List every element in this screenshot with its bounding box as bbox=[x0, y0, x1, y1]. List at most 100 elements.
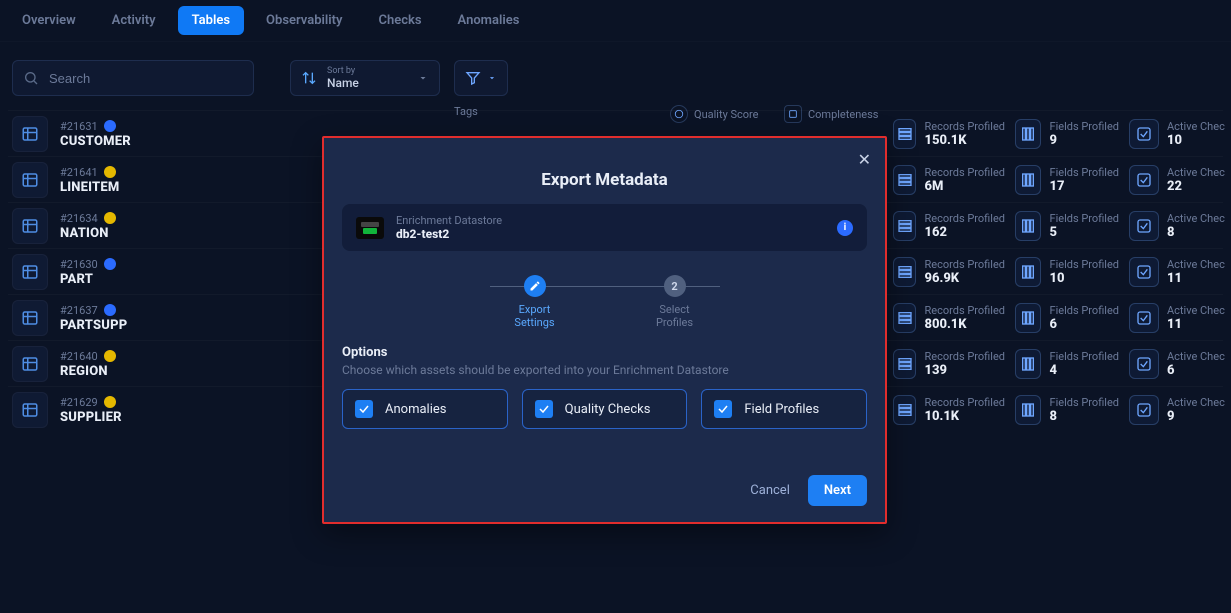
info-icon[interactable]: i bbox=[837, 220, 853, 236]
row-name: CUSTOMER bbox=[60, 134, 200, 149]
cancel-button[interactable]: Cancel bbox=[750, 483, 790, 498]
active-label: Active Chec bbox=[1167, 258, 1225, 272]
records-icon bbox=[893, 211, 916, 241]
datastore-card: Enrichment Datastore db2-test2 i bbox=[342, 204, 867, 251]
table-icon bbox=[12, 208, 48, 244]
records-value: 6M bbox=[924, 180, 1005, 194]
row-id: #21641 bbox=[60, 165, 98, 180]
option-field-profiles[interactable]: Field Profiles bbox=[701, 389, 867, 429]
status-dot bbox=[104, 212, 116, 224]
status-dot bbox=[104, 120, 116, 132]
tab-observability[interactable]: Observability bbox=[252, 6, 356, 35]
sort-button[interactable]: Sort by Name bbox=[290, 60, 440, 96]
records-icon bbox=[893, 119, 916, 149]
records-icon bbox=[893, 395, 916, 425]
active-label: Active Chec bbox=[1167, 396, 1225, 410]
row-name: NATION bbox=[60, 226, 200, 241]
active-icon bbox=[1129, 349, 1159, 379]
step-export-settings[interactable]: ExportSettings bbox=[465, 275, 605, 329]
checkbox-icon bbox=[535, 400, 553, 418]
records-icon bbox=[893, 303, 916, 333]
fields-icon bbox=[1015, 165, 1041, 195]
records-value: 10.1K bbox=[924, 410, 1005, 424]
option-quality-checks[interactable]: Quality Checks bbox=[522, 389, 688, 429]
chevron-down-icon bbox=[487, 73, 497, 83]
table-icon bbox=[12, 116, 48, 152]
row-id: #21637 bbox=[60, 303, 98, 318]
records-icon bbox=[893, 257, 916, 287]
table-icon bbox=[12, 254, 48, 290]
fields-value: 8 bbox=[1049, 410, 1119, 424]
export-modal: ✕ Export Metadata Enrichment Datastore d… bbox=[322, 136, 887, 524]
close-icon[interactable]: ✕ bbox=[858, 150, 871, 169]
search-input[interactable] bbox=[47, 70, 243, 87]
fields-icon bbox=[1015, 257, 1041, 287]
active-value: 6 bbox=[1167, 364, 1225, 378]
step-1-label: ExportSettings bbox=[514, 303, 554, 329]
table-icon bbox=[12, 346, 48, 382]
filter-button[interactable] bbox=[454, 60, 508, 96]
active-icon bbox=[1129, 119, 1159, 149]
checkbox-icon bbox=[714, 400, 732, 418]
records-label: Records Profiled bbox=[924, 258, 1005, 272]
table-icon bbox=[12, 300, 48, 336]
active-value: 11 bbox=[1167, 318, 1225, 332]
option-label: Anomalies bbox=[385, 402, 446, 417]
option-label: Field Profiles bbox=[744, 402, 819, 417]
records-label: Records Profiled bbox=[924, 396, 1005, 410]
active-label: Active Chec bbox=[1167, 166, 1225, 180]
stepper: ExportSettings 2 SelectProfiles bbox=[342, 275, 867, 329]
table-icon bbox=[12, 162, 48, 198]
fields-icon bbox=[1015, 211, 1041, 241]
active-value: 11 bbox=[1167, 272, 1225, 286]
fields-value: 17 bbox=[1049, 180, 1119, 194]
records-value: 150.1K bbox=[924, 134, 1005, 148]
sort-icon bbox=[301, 70, 317, 86]
active-icon bbox=[1129, 303, 1159, 333]
chevron-down-icon bbox=[417, 72, 429, 84]
search-icon bbox=[23, 70, 39, 86]
fields-value: 9 bbox=[1049, 134, 1119, 148]
datastore-label: Enrichment Datastore bbox=[396, 214, 502, 227]
fields-label: Fields Profiled bbox=[1049, 350, 1119, 364]
pencil-icon bbox=[524, 275, 546, 297]
fields-label: Fields Profiled bbox=[1049, 212, 1119, 226]
fields-label: Fields Profiled bbox=[1049, 166, 1119, 180]
fields-value: 4 bbox=[1049, 364, 1119, 378]
options-title: Options bbox=[342, 345, 867, 360]
tab-tables[interactable]: Tables bbox=[178, 6, 244, 35]
modal-title: Export Metadata bbox=[342, 170, 867, 190]
option-anomalies[interactable]: Anomalies bbox=[342, 389, 508, 429]
tab-checks[interactable]: Checks bbox=[364, 6, 435, 35]
active-label: Active Chec bbox=[1167, 212, 1225, 226]
fields-value: 6 bbox=[1049, 318, 1119, 332]
active-label: Active Chec bbox=[1167, 304, 1225, 318]
fields-value: 5 bbox=[1049, 226, 1119, 240]
status-dot bbox=[104, 166, 116, 178]
tabs: Overview Activity Tables Observability Check… bbox=[0, 0, 1231, 42]
records-label: Records Profiled bbox=[924, 212, 1005, 226]
active-value: 10 bbox=[1167, 134, 1225, 148]
fields-icon bbox=[1015, 395, 1041, 425]
fields-label: Fields Profiled bbox=[1049, 396, 1119, 410]
tab-activity[interactable]: Activity bbox=[98, 6, 170, 35]
row-id: #21634 bbox=[60, 211, 98, 226]
row-name: PARTSUPP bbox=[60, 318, 200, 333]
records-value: 800.1K bbox=[924, 318, 1005, 332]
active-icon bbox=[1129, 395, 1159, 425]
fields-value: 10 bbox=[1049, 272, 1119, 286]
sort-label: Sort by bbox=[327, 66, 359, 76]
table-icon bbox=[12, 392, 48, 428]
step-select-profiles[interactable]: 2 SelectProfiles bbox=[605, 275, 745, 329]
fields-icon bbox=[1015, 349, 1041, 379]
checkbox-icon bbox=[355, 400, 373, 418]
tab-overview[interactable]: Overview bbox=[8, 6, 90, 35]
status-dot bbox=[104, 304, 116, 316]
active-value: 9 bbox=[1167, 410, 1225, 424]
tab-anomalies[interactable]: Anomalies bbox=[444, 6, 534, 35]
next-button[interactable]: Next bbox=[808, 475, 867, 506]
status-dot bbox=[104, 350, 116, 362]
records-label: Records Profiled bbox=[924, 350, 1005, 364]
records-label: Records Profiled bbox=[924, 120, 1005, 134]
search-box[interactable] bbox=[12, 60, 254, 96]
